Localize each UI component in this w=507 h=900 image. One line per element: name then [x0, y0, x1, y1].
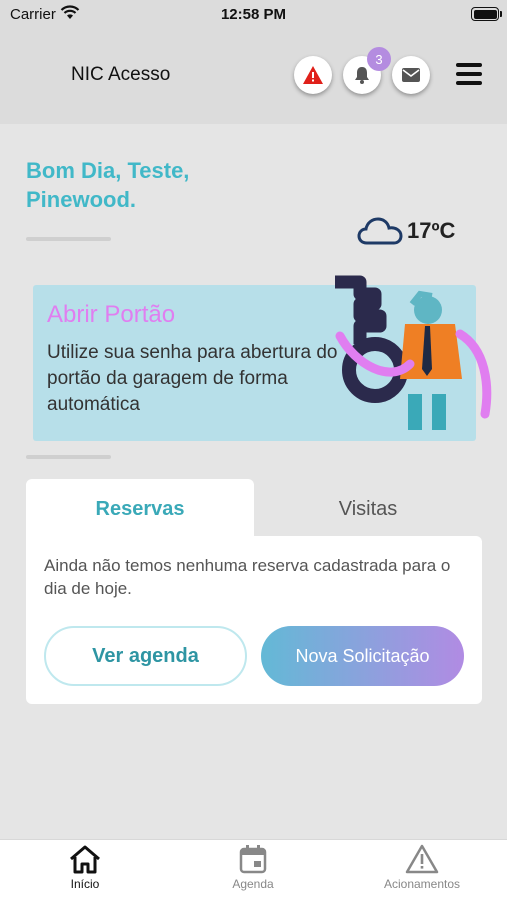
calendar-icon — [239, 845, 267, 874]
hamburger-icon — [456, 63, 482, 85]
temperature: 17ºC — [407, 218, 456, 243]
bottom-tab-bar: Início Agenda Acionamentos — [0, 839, 507, 900]
bell-icon — [355, 67, 369, 84]
open-gate-description: Utilize sua senha para abertura do portã… — [47, 342, 338, 415]
app-header: NIC Acesso — [0, 30, 507, 124]
open-gate-title: Abrir Portão — [47, 301, 176, 328]
battery-tip — [500, 11, 502, 17]
cloud-icon — [357, 217, 403, 245]
divider — [26, 237, 111, 241]
greeting: Bom Dia, Teste, Pinewood. — [26, 156, 286, 214]
menu-button[interactable] — [455, 62, 483, 86]
new-request-button[interactable]: Nova Solicitação — [261, 626, 464, 686]
warning-triangle-icon — [405, 844, 439, 874]
status-time: 12:58 PM — [220, 6, 287, 23]
key-person-illustration — [335, 275, 492, 430]
divider — [26, 455, 111, 459]
view-agenda-button[interactable]: Ver agenda — [44, 626, 247, 686]
alert-button[interactable] — [294, 56, 332, 94]
tab-visitas[interactable]: Visitas — [254, 479, 482, 539]
tabbar-label-actions: Acionamentos — [383, 877, 461, 891]
greeting-line1: Bom Dia, Teste, — [26, 158, 190, 183]
app-title: NIC Acesso — [71, 64, 171, 85]
home-icon — [70, 845, 100, 874]
empty-reservations-message: Ainda não temos nenhuma reserva cadastra… — [44, 556, 451, 598]
greeting-line2: Pinewood. — [26, 187, 136, 212]
tabbar-item-home[interactable]: Início — [25, 844, 145, 891]
tabbar-item-actions[interactable]: Acionamentos — [362, 844, 482, 891]
envelope-icon — [402, 68, 420, 82]
status-bar: Carrier 12:58 PM — [0, 0, 507, 30]
tab-reservas[interactable]: Reservas — [26, 479, 254, 539]
notification-badge: 3 — [367, 47, 391, 71]
battery-icon — [471, 7, 499, 21]
tabbar-label-home: Início — [70, 877, 100, 891]
tabbar-item-agenda[interactable]: Agenda — [193, 844, 313, 891]
tabbar-label-agenda: Agenda — [232, 877, 274, 891]
messages-button[interactable] — [392, 56, 430, 94]
weather-widget: 17ºC — [357, 216, 455, 246]
alert-triangle-icon — [303, 66, 323, 84]
